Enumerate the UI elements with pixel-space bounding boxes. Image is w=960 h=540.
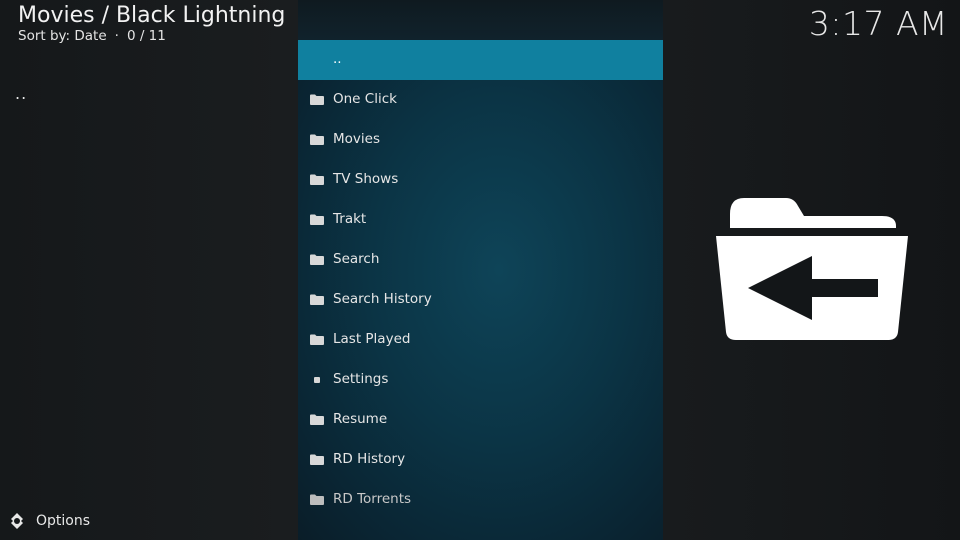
list-item-last-played[interactable]: Last Played xyxy=(298,320,663,360)
sort-label[interactable]: Sort by: Date xyxy=(18,28,107,44)
folder-icon xyxy=(310,414,324,425)
kodi-window: Movies / Black Lightning Sort by: Date · 0… xyxy=(0,0,960,540)
folder-icon xyxy=(310,334,324,345)
list-item-label: One Click xyxy=(333,91,397,107)
list-item-label: Movies xyxy=(333,131,380,147)
item-count: 0 / 11 xyxy=(126,28,166,44)
list-item-label: Settings xyxy=(333,371,389,387)
folder-icon xyxy=(310,214,324,225)
folder-back-icon xyxy=(714,196,910,342)
list-item-label: Last Played xyxy=(333,331,411,347)
file-list: .. One Click Movies TV Shows Trakt Searc… xyxy=(298,40,663,520)
list-item-label: TV Shows xyxy=(333,171,399,187)
list-item-label: .. xyxy=(333,51,342,67)
list-top-spacer xyxy=(298,0,663,40)
separator: · xyxy=(114,28,119,44)
folder-icon xyxy=(310,494,324,505)
list-item-parent[interactable]: .. xyxy=(298,40,663,80)
folder-icon xyxy=(310,174,324,185)
list-item-search[interactable]: Search xyxy=(298,240,663,280)
folder-icon xyxy=(310,454,324,465)
list-item-movies[interactable]: Movies xyxy=(298,120,663,160)
file-list-panel: .. One Click Movies TV Shows Trakt Searc… xyxy=(298,0,663,540)
folder-icon xyxy=(310,94,324,105)
square-icon xyxy=(314,377,320,383)
list-item-settings[interactable]: Settings xyxy=(298,360,663,400)
clock: 3:17 AM xyxy=(808,4,948,43)
options-label: Options xyxy=(36,513,91,529)
folder-icon xyxy=(310,294,324,305)
list-item-rd-torrents[interactable]: RD Torrents xyxy=(298,480,663,520)
list-item-tv-shows[interactable]: TV Shows xyxy=(298,160,663,200)
folder-icon xyxy=(310,134,324,145)
options-button[interactable]: Options xyxy=(8,512,90,530)
list-item-label: Trakt xyxy=(333,211,367,227)
list-item-label: Search History xyxy=(333,291,432,307)
list-item-rd-history[interactable]: RD History xyxy=(298,440,663,480)
list-item-search-history[interactable]: Search History xyxy=(298,280,663,320)
parent-marker: .. xyxy=(15,84,28,103)
list-item-label: Resume xyxy=(333,411,388,427)
list-item-trakt[interactable]: Trakt xyxy=(298,200,663,240)
sort-info: Sort by: Date · 0 / 11 xyxy=(18,28,166,44)
list-item-label: RD Torrents xyxy=(333,491,412,507)
list-item-label: RD History xyxy=(333,451,406,467)
list-item-resume[interactable]: Resume xyxy=(298,400,663,440)
list-item-label: Search xyxy=(333,251,380,267)
list-item-one-click[interactable]: One Click xyxy=(298,80,663,120)
page-title: Movies / Black Lightning xyxy=(18,3,286,28)
gear-icon xyxy=(11,513,23,529)
folder-icon xyxy=(310,254,324,265)
